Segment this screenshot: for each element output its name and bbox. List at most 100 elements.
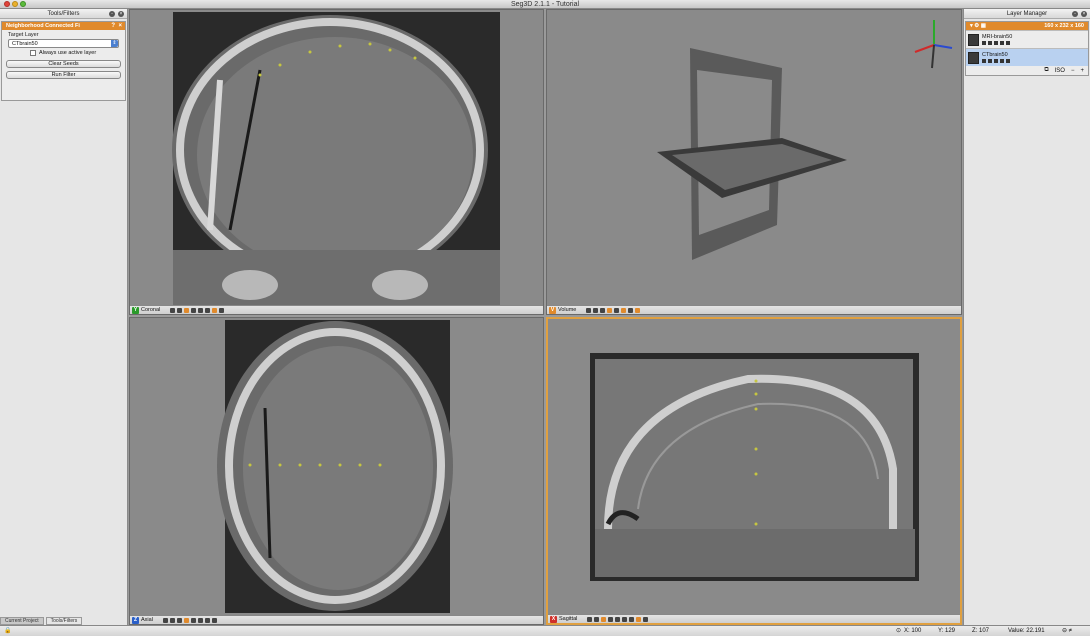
axial-viewer[interactable]: Z Axial	[129, 317, 544, 625]
float-panel-icon[interactable]: ◦	[109, 11, 115, 17]
minimize-window-button[interactable]	[12, 1, 18, 7]
window-titlebar: Seg3D 2.1.1 - Tutorial	[0, 0, 1090, 9]
slices-icon[interactable]	[621, 307, 627, 313]
lock-icon[interactable]	[169, 617, 175, 623]
opacity-icon[interactable]	[1000, 59, 1004, 63]
zoom-icon[interactable]	[204, 617, 210, 623]
rotate-icon[interactable]	[622, 616, 628, 622]
lock-icon[interactable]	[593, 307, 599, 313]
filter-title-bar: Neighborhood Connected Fi ? ×	[2, 22, 125, 30]
camera-icon[interactable]	[183, 617, 189, 623]
flip-icon[interactable]	[615, 616, 621, 622]
camera-icon[interactable]	[607, 307, 613, 313]
close-window-button[interactable]	[4, 1, 10, 7]
layer-group: ▾ ⚙ ▦ 160 x 232 x 160 MRI-brain50 CTbrai…	[965, 21, 1089, 76]
lock-icon[interactable]	[1006, 41, 1010, 45]
sagittal-viewer[interactable]: X Sagittal	[546, 317, 962, 625]
picking-icon[interactable]	[212, 307, 218, 313]
brush-icon[interactable]	[994, 41, 998, 45]
visibility-icon[interactable]	[982, 59, 986, 63]
target-layer-value: CTbrain50	[12, 41, 38, 47]
close-panel-icon[interactable]: ×	[118, 11, 124, 17]
checkbox-label: Always use active layer	[39, 50, 97, 56]
grid-icon[interactable]	[587, 616, 593, 622]
volume-render-icon[interactable]	[635, 307, 641, 313]
lock-icon[interactable]	[594, 616, 600, 622]
layer-name: CTbrain50	[982, 52, 1008, 58]
volume-viewer[interactable]: V Volume	[546, 9, 962, 315]
coronal-toolbar: Y Coronal	[130, 305, 543, 314]
axial-label[interactable]: Axial	[141, 617, 153, 623]
layer-icons	[982, 41, 1012, 45]
tab-current-project[interactable]: Current Project	[0, 617, 44, 625]
checkbox-box[interactable]	[30, 50, 36, 56]
lock-icon[interactable]	[1006, 59, 1010, 63]
coord-z: Z: 107	[972, 628, 990, 634]
grid-icon[interactable]	[162, 617, 168, 623]
status-bar: 🔒 ⊙ X: 100 Y: 129 Z: 107 Value: 22.191 ⊖…	[0, 625, 1090, 636]
add-layer-icon[interactable]: +	[1080, 68, 1084, 74]
layer-group-header[interactable]: ▾ ⚙ ▦ 160 x 232 x 160	[966, 22, 1088, 30]
layer-item-mri[interactable]: MRI-brain50	[966, 30, 1088, 48]
sagittal-label[interactable]: Sagittal	[559, 616, 577, 622]
duplicate-icon[interactable]: ⧉	[1044, 67, 1048, 74]
layer-manager-header: Layer Manager ◦ ×	[964, 9, 1090, 19]
brush-icon[interactable]	[994, 59, 998, 63]
info-icon[interactable]	[988, 59, 992, 63]
bbox-icon[interactable]	[614, 307, 620, 313]
sagittal-badge[interactable]: X	[550, 615, 557, 623]
rotate-icon[interactable]	[198, 307, 204, 313]
lock-icon[interactable]	[177, 307, 183, 313]
iso-button[interactable]: ISO	[1055, 68, 1065, 74]
coronal-viewer[interactable]: Y Coronal	[129, 9, 544, 315]
coronal-label[interactable]: Coronal	[141, 307, 160, 313]
remove-layer-icon[interactable]: −	[1071, 68, 1075, 74]
visibility-icon[interactable]	[982, 41, 986, 45]
zoom-icon[interactable]	[629, 616, 635, 622]
zoom-icon[interactable]	[205, 307, 211, 313]
status-options-icon[interactable]: ⊖ ≠	[1062, 626, 1072, 636]
help-icon[interactable]: ?	[111, 22, 115, 30]
tab-tools-filters[interactable]: Tools/Filters	[45, 617, 83, 625]
tools-panel-header: Tools/Filters ◦ ×	[0, 9, 127, 19]
add-icon[interactable]	[643, 616, 649, 622]
group-dims: 160 x 232 x 160	[1044, 23, 1084, 29]
select-arrow-icon: ⇕	[111, 40, 118, 47]
float-panel-icon[interactable]: ◦	[1072, 11, 1078, 17]
camera-icon[interactable]	[184, 307, 190, 313]
close-filter-icon[interactable]: ×	[118, 22, 122, 30]
light-icon[interactable]	[600, 307, 606, 313]
picking-icon[interactable]	[636, 616, 642, 622]
volume-label[interactable]: Volume	[558, 307, 576, 313]
status-lock-icon[interactable]: 🔒	[4, 626, 11, 636]
grid-icon[interactable]	[586, 307, 592, 313]
run-filter-button[interactable]: Run Filter	[6, 71, 121, 79]
layer-name: MRI-brain50	[982, 34, 1013, 40]
always-active-checkbox[interactable]: Always use active layer	[2, 49, 125, 57]
group-expand-icon[interactable]: ▾ ⚙ ▦	[970, 22, 986, 30]
volume-toolbar: V Volume	[547, 305, 961, 314]
close-panel-icon[interactable]: ×	[1081, 11, 1087, 17]
add-icon[interactable]	[211, 617, 217, 623]
coronal-badge[interactable]: Y	[132, 306, 139, 314]
flip-icon[interactable]	[190, 617, 196, 623]
grid-icon[interactable]	[170, 307, 176, 313]
pen-icon[interactable]	[608, 616, 614, 622]
info-icon[interactable]	[988, 41, 992, 45]
target-icon: ⊙	[896, 628, 902, 634]
layer-tools: ⧉ ISO − +	[966, 66, 1088, 75]
axial-badge[interactable]: Z	[132, 616, 139, 624]
opacity-icon[interactable]	[1000, 41, 1004, 45]
sagittal-toolbar: X Sagittal	[548, 614, 960, 623]
clear-seeds-button[interactable]: Clear Seeds	[6, 60, 121, 68]
camera-icon[interactable]	[601, 616, 607, 622]
rotate-icon[interactable]	[197, 617, 203, 623]
zoom-window-button[interactable]	[20, 1, 26, 7]
volume-badge[interactable]: V	[549, 306, 556, 314]
layer-item-ct[interactable]: CTbrain50	[966, 48, 1088, 66]
isosurface-icon[interactable]	[628, 307, 634, 313]
target-layer-select[interactable]: CTbrain50 ⇕	[8, 39, 119, 48]
settings-icon[interactable]	[176, 617, 182, 623]
add-icon[interactable]	[219, 307, 225, 313]
flip-icon[interactable]	[191, 307, 197, 313]
